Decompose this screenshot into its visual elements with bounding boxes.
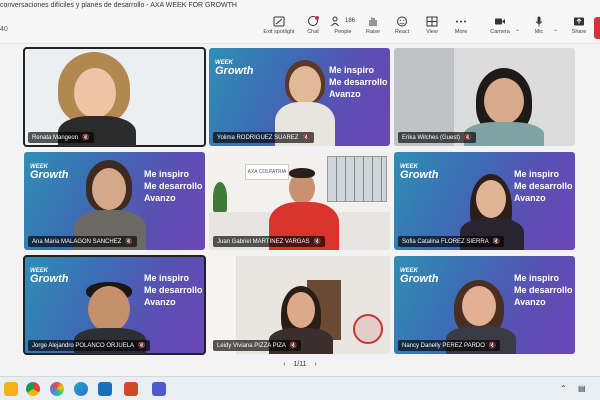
mic-icon [535,16,543,27]
participant-tile[interactable]: WEEK Growth Me inspiro Me desarrollo Avanzo… [394,152,575,250]
exit-spotlight-icon [273,16,285,27]
participant-name: Erika Wilches (Guest) [402,135,461,141]
participant-tile[interactable]: Renata Mangeon 🔇 [23,47,206,147]
mic-off-icon: 🔇 [492,239,501,245]
participant-name: Leidy Viviana PIZZA PIZA [217,343,286,349]
participant-tile[interactable]: WEEK Growth Me inspiro Me desarrollo Avanzo… [23,255,206,355]
more-icon [456,20,466,23]
mic-off-icon: 🔇 [464,135,472,141]
participant-tile[interactable]: WEEK Growth Me inspiro Me desarrollo Avanzo… [24,152,205,250]
participant-name-tag: Jorge Alejandro POLANCO ORJUELA 🔇 [28,340,150,351]
share-icon [574,17,584,26]
meeting-title: conversaciones difíciles y planes de des… [0,2,237,9]
gallery-pagination: ‹ 1/11 › [270,361,330,368]
week-for-growth-logo: WEEK Growth [215,60,254,77]
participant-name: Juan Gabriel MARTINEZ VARGAS [217,239,310,245]
windows-taskbar: ⌃ ▤ [0,376,600,400]
powerpoint-icon[interactable] [124,382,138,396]
mic-options-chevron-icon[interactable]: ⌄ [553,26,558,33]
color-picker-icon[interactable] [50,382,64,396]
camera-icon [495,18,505,25]
participant-name-tag: Leidy Viviana PIZZA PIZA 🔇 [213,340,302,351]
participant-name-tag: Renata Mangeon 🔇 [28,132,94,143]
more-label: More [454,29,468,35]
participant-tile[interactable]: Leidy Viviana PIZZA PIZA 🔇 [209,256,390,354]
office-window [327,156,387,202]
promo-slogan: Me inspiro Me desarrollo Avanzo [144,169,203,203]
promo-slogan: Me inspiro Me desarrollo Avanzo [329,65,388,99]
camera-label: Camera [490,29,510,35]
week-for-growth-logo: WEEK Growth [30,164,69,181]
leave-button[interactable] [594,17,600,39]
previous-page-chevron-icon[interactable]: ‹ [283,361,285,368]
smiley-icon [397,16,407,27]
participant-tile[interactable]: AXA COLPATRIA Juan Gabriel MARTINEZ VARG… [209,152,390,250]
mic-off-icon: 🔇 [302,135,310,141]
participant-tile[interactable]: WEEK Growth Me inspiro Me desarrollo Avanzo… [394,256,575,354]
mic-off-icon: 🔇 [125,239,133,245]
company-sign: AXA COLPATRIA [245,164,289,180]
teams-icon[interactable] [152,382,166,396]
participant-name-tag: Ana Maria MALAGON SANCHEZ 🔇 [28,236,137,247]
meeting-timer: 40 [0,26,8,33]
teams-meeting-window: conversaciones difíciles y planes de des… [0,0,600,400]
mic-off-icon: 🔇 [289,343,298,349]
page-indicator: 1/11 [293,361,307,368]
chat-icon [308,16,319,26]
mic-off-icon: 🔇 [488,343,497,349]
participant-tile[interactable]: WEEK Growth Me inspiro Me desarrollo Avanzo… [209,48,390,146]
participant-name-tag: Juan Gabriel MARTINEZ VARGAS 🔇 [213,236,325,247]
promo-slogan: Me inspiro Me desarrollo Avanzo [514,273,573,307]
participant-name: Ana Maria MALAGON SANCHEZ [32,239,122,245]
participant-name-tag: Nancy Danelly PEREZ PARDO 🔇 [398,340,501,351]
next-page-chevron-icon[interactable]: › [315,361,317,368]
grid-icon [426,16,438,27]
week-for-growth-logo: WEEK Growth [400,268,439,285]
share-label: Share [571,29,587,35]
edge-icon[interactable] [74,382,88,396]
participant-tile[interactable]: Erika Wilches (Guest) 🔇 [394,48,575,146]
participant-name: Jorge Alejandro POLANCO ORJUELA [32,343,135,349]
participant-name-tag: Sofia Catalina FLOREZ SIERRA 🔇 [398,236,505,247]
participant-name-tag: Yolima RODRIGUEZ SUAREZ 🔇 [213,132,314,143]
mail-icon[interactable] [98,382,112,396]
chevron-up-icon[interactable]: ⌃ [560,384,567,393]
meeting-toolbar: conversaciones difíciles y planes de des… [0,0,600,44]
participant-name-tag: Erika Wilches (Guest) 🔇 [398,132,476,143]
chrome-icon[interactable] [26,382,40,396]
fan [353,314,383,344]
participant-name: Nancy Danelly PEREZ PARDO [402,343,485,349]
week-for-growth-logo: WEEK Growth [30,268,69,285]
plant [213,182,227,212]
file-explorer-icon[interactable] [4,382,18,396]
video-grid: Renata Mangeon 🔇 WEEK Growth Me inspiro Me … [23,47,576,356]
hand-icon [369,17,377,26]
camera-button[interactable]: Camera [480,16,520,42]
mic-off-icon: 🔇 [313,239,321,245]
participant-name: Sofia Catalina FLOREZ SIERRA [402,239,489,245]
more-button[interactable]: More [441,16,481,42]
mic-off-icon: 🔇 [82,135,90,141]
share-button[interactable]: Share [559,16,599,42]
participant-name: Renata Mangeon [32,135,79,141]
promo-slogan: Me inspiro Me desarrollo Avanzo [144,273,203,307]
mic-off-icon: 🔇 [138,343,146,349]
participant-name: Yolima RODRIGUEZ SUAREZ [217,135,299,141]
network-icon[interactable]: ▤ [578,384,586,393]
promo-slogan: Me inspiro Me desarrollo Avanzo [514,169,573,203]
week-for-growth-logo: WEEK Growth [400,164,439,181]
people-icon [331,16,339,27]
